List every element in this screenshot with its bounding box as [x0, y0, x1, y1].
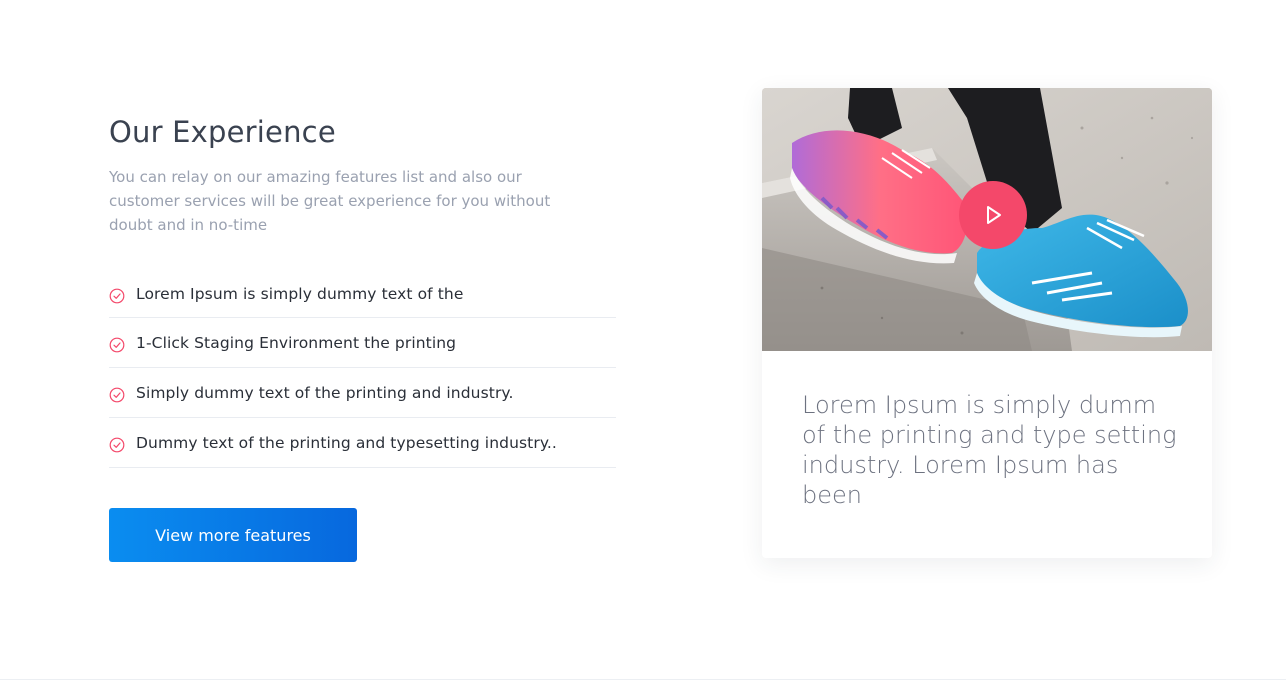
list-item: 1-Click Staging Environment the printing	[109, 318, 616, 368]
play-icon	[987, 206, 1001, 224]
feature-label: Dummy text of the printing and typesetti…	[136, 433, 557, 452]
sneakers-photo	[762, 88, 1212, 351]
check-circle-icon	[109, 288, 125, 303]
check-circle-icon	[109, 337, 125, 352]
feature-label: Simply dummy text of the printing and in…	[136, 383, 514, 402]
check-circle-icon	[109, 437, 125, 452]
section-description: You can relay on our amazing features li…	[109, 168, 551, 234]
experience-content: Our Experience You can relay on our amaz…	[109, 112, 616, 562]
list-item: Dummy text of the printing and typesetti…	[109, 418, 616, 468]
check-circle-icon	[109, 387, 125, 402]
section-divider	[0, 679, 1286, 680]
feature-label: 1-Click Staging Environment the printing	[136, 333, 457, 352]
card-description: Lorem Ipsum is simply dumm of the printi…	[802, 391, 1177, 509]
list-item: Lorem Ipsum is simply dummy text of the	[109, 270, 616, 318]
experience-section: Our Experience You can relay on our amaz…	[0, 0, 1286, 681]
feature-list: Lorem Ipsum is simply dummy text of the …	[109, 270, 616, 468]
video-card: Lorem Ipsum is simply dumm of the printi…	[762, 88, 1212, 558]
play-video-button[interactable]	[959, 181, 1027, 249]
feature-label: Lorem Ipsum is simply dummy text of the	[136, 284, 464, 303]
view-more-features-button[interactable]: View more features	[109, 508, 357, 562]
list-item: Simply dummy text of the printing and in…	[109, 368, 616, 418]
section-title: Our Experience	[109, 115, 336, 149]
